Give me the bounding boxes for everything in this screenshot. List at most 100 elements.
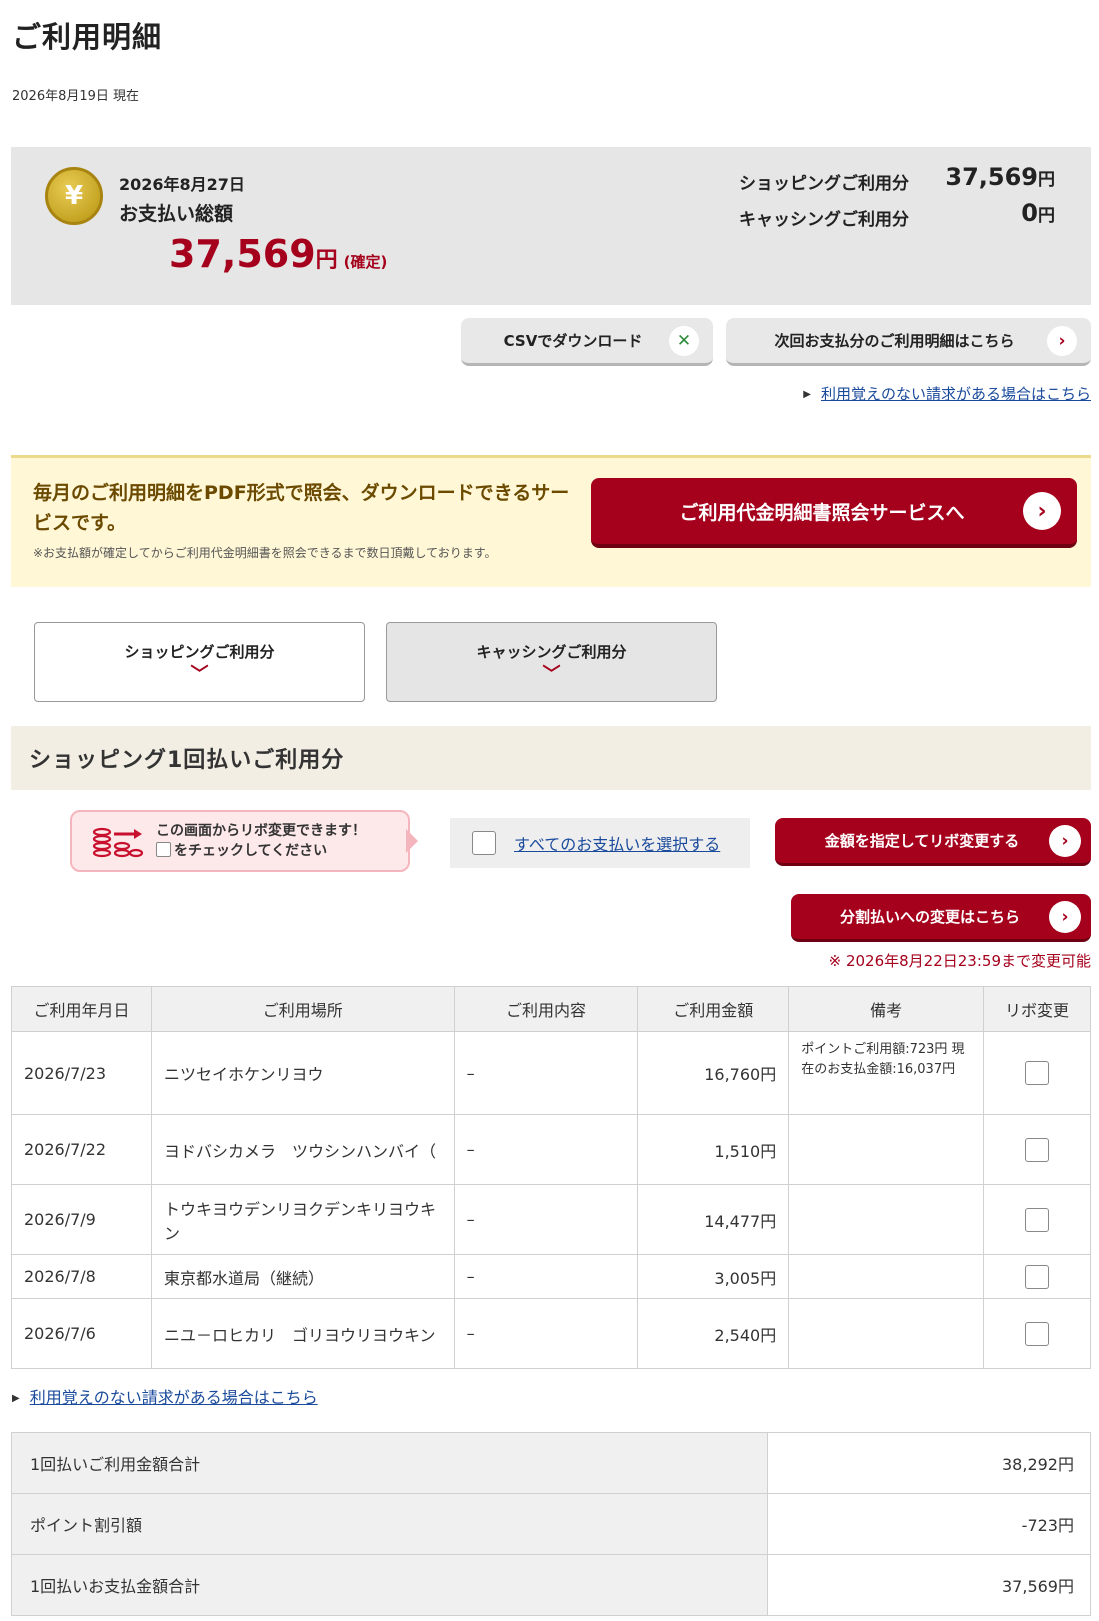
- unknown-charge-link-top[interactable]: ▶ 利用覚えのない請求がある場合はこちら: [803, 383, 1091, 404]
- totals-row: ポイント割引額 -723円: [11, 1493, 1091, 1555]
- chevron-right-icon: ›: [1047, 325, 1077, 356]
- row-place: ニツセイホケンリヨウ: [150, 1031, 455, 1115]
- header-place: ご利用場所: [150, 986, 455, 1032]
- unknown-charge-link-bottom[interactable]: ▶ 利用覚えのない請求がある場合はこちら: [12, 1384, 318, 1408]
- table-row: 2026/7/23 ニツセイホケンリヨウ – 16,760円 ポイントご利用額:…: [11, 1031, 1091, 1115]
- yen-coin-icon: ¥: [45, 167, 103, 225]
- select-all-checkbox[interactable]: [472, 831, 496, 855]
- total-usage-value: 38,292円: [767, 1432, 1091, 1494]
- row-revo-cell: [983, 1031, 1091, 1115]
- totals-row: 1回払いお支払金額合計 37,569円: [11, 1554, 1091, 1616]
- payment-total-amount: 37,569円 (確定): [169, 232, 388, 276]
- row-date: 2026/7/22: [11, 1114, 152, 1185]
- chevron-right-icon: ›: [1049, 900, 1081, 933]
- section-header: ショッピング1回払いご利用分: [11, 726, 1091, 790]
- checkbox-icon: [156, 842, 171, 857]
- totals-row: 1回払いご利用金額合計 38,292円: [11, 1432, 1091, 1494]
- row-amount: 2,540円: [637, 1298, 790, 1369]
- row-note: [788, 1184, 985, 1255]
- row-amount: 14,477円: [637, 1184, 790, 1255]
- page-title: ご利用明細: [12, 20, 163, 54]
- statement-service-button[interactable]: ご利用代金明細書照会サービスへ ›: [591, 478, 1077, 548]
- row-content: –: [453, 1254, 639, 1299]
- csv-download-button[interactable]: CSVでダウンロード ✕: [461, 318, 713, 366]
- row-place: 東京都水道局（継続）: [150, 1254, 455, 1299]
- total-payment-label: 1回払いお支払金額合計: [11, 1554, 768, 1616]
- pdf-service-banner: 毎月のご利用明細をPDF形式で照会、ダウンロードできるサービスです。 ※お支払額…: [11, 455, 1091, 587]
- next-statement-button[interactable]: 次回お支払分のご利用明細はこちら ›: [726, 318, 1091, 366]
- row-note: ポイントご利用額:723円 現在のお支払金額:16,037円: [788, 1031, 985, 1115]
- point-discount-value: -723円: [767, 1493, 1091, 1555]
- revo-notice-text: この画面からリボ変更できます！ をチェックしてください: [156, 823, 366, 859]
- row-content: –: [453, 1031, 639, 1115]
- revo-checkbox[interactable]: [1025, 1321, 1050, 1346]
- chevron-down-icon: ﹀: [542, 663, 561, 685]
- row-amount: 3,005円: [637, 1254, 790, 1299]
- banner-note: ※お支払額が確定してからご利用代金明細書を照会できるまで数日頂戴しております。: [33, 546, 497, 560]
- row-revo-cell: [983, 1114, 1091, 1185]
- totals-table: 1回払いご利用金額合計 38,292円 ポイント割引額 -723円 1回払いお支…: [11, 1432, 1091, 1616]
- banner-text: 毎月のご利用明細をPDF形式で照会、ダウンロードできるサービスです。: [33, 482, 570, 534]
- cashing-usage-value: 0円: [1021, 199, 1055, 227]
- row-date: 2026/7/9: [11, 1184, 152, 1255]
- payment-total-label: お支払い総額: [119, 203, 234, 225]
- revo-notice-bubble: この画面からリボ変更できます！ をチェックしてください: [70, 810, 410, 872]
- row-note: [788, 1298, 985, 1369]
- row-place: ヨドバシカメラ ツウシンハンバイ（: [150, 1114, 455, 1185]
- revo-checkbox[interactable]: [1025, 1207, 1050, 1232]
- table-row: 2026/7/8 東京都水道局（継続） – 3,005円: [11, 1254, 1091, 1299]
- revo-change-button[interactable]: 金額を指定してリボ変更する ›: [775, 818, 1091, 866]
- row-content: –: [453, 1184, 639, 1255]
- revo-checkbox[interactable]: [1025, 1264, 1050, 1289]
- table-row: 2026/7/6 ニユ－ロヒカリ ゴリヨウリヨウキン – 2,540円: [11, 1298, 1091, 1369]
- row-place: ニユ－ロヒカリ ゴリヨウリヨウキン: [150, 1298, 455, 1369]
- payment-date: 2026年8月27日: [119, 175, 245, 194]
- shopping-usage-label: ショッピングご利用分: [739, 174, 909, 194]
- row-amount: 16,760円: [637, 1031, 790, 1115]
- select-all-link[interactable]: すべてのお支払いを選択する: [514, 831, 720, 855]
- revo-checkbox[interactable]: [1025, 1061, 1050, 1085]
- row-note: [788, 1114, 985, 1185]
- row-place: トウキヨウデンリヨクデンキリヨウキン: [150, 1184, 455, 1255]
- revo-checkbox[interactable]: [1025, 1137, 1050, 1162]
- row-date: 2026/7/23: [11, 1031, 152, 1115]
- row-amount: 1,510円: [637, 1114, 790, 1185]
- row-content: –: [453, 1298, 639, 1369]
- split-payment-button[interactable]: 分割払いへの変更はこちら ›: [791, 894, 1091, 942]
- chevron-right-icon: ›: [1049, 824, 1081, 857]
- point-discount-label: ポイント割引額: [11, 1493, 768, 1555]
- triangle-right-icon: ▶: [12, 1393, 20, 1404]
- total-usage-label: 1回払いご利用金額合計: [11, 1432, 768, 1494]
- shopping-usage-value: 37,569円: [945, 163, 1055, 191]
- select-all-area[interactable]: すべてのお支払いを選択する: [450, 818, 750, 868]
- chevron-down-icon: ﹀: [190, 663, 209, 685]
- row-revo-cell: [983, 1298, 1091, 1369]
- row-revo-cell: [983, 1254, 1091, 1299]
- cashing-usage-label: キャッシングご利用分: [739, 210, 909, 230]
- section-title: ショッピング1回払いご利用分: [29, 748, 345, 773]
- total-payment-value: 37,569円: [767, 1554, 1091, 1616]
- bubble-pointer: [406, 829, 418, 853]
- status-badge: (確定): [343, 253, 388, 271]
- header-content: ご利用内容: [453, 986, 639, 1032]
- triangle-right-icon: ▶: [803, 389, 811, 400]
- chevron-right-icon: ›: [1023, 492, 1061, 530]
- header-date: ご利用年月日: [11, 986, 152, 1032]
- row-date: 2026/7/6: [11, 1298, 152, 1369]
- row-revo-cell: [983, 1184, 1091, 1255]
- table-header-row: ご利用年月日 ご利用場所 ご利用内容 ご利用金額 備考 リボ変更: [11, 986, 1091, 1032]
- header-amount: ご利用金額: [637, 986, 790, 1032]
- row-date: 2026/7/8: [11, 1254, 152, 1299]
- excel-icon: ✕: [669, 325, 699, 356]
- header-note: 備考: [788, 986, 985, 1032]
- coins-arrow-icon: [92, 827, 144, 858]
- tab-shopping[interactable]: ショッピングご利用分 ﹀: [34, 622, 365, 702]
- tab-cashing[interactable]: キャッシングご利用分 ﹀: [386, 622, 717, 702]
- payment-summary: ¥ 2026年8月27日 お支払い総額 37,569円 (確定) ショッピングご利…: [11, 147, 1091, 305]
- row-content: –: [453, 1114, 639, 1185]
- transactions-table: ご利用年月日 ご利用場所 ご利用内容 ご利用金額 備考 リボ変更 2026/7/…: [11, 986, 1091, 1369]
- change-deadline: ※ 2026年8月22日23:59まで変更可能: [828, 952, 1091, 970]
- table-row: 2026/7/9 トウキヨウデンリヨクデンキリヨウキン – 14,477円: [11, 1184, 1091, 1255]
- table-row: 2026/7/22 ヨドバシカメラ ツウシンハンバイ（ – 1,510円: [11, 1114, 1091, 1185]
- row-note: [788, 1254, 985, 1299]
